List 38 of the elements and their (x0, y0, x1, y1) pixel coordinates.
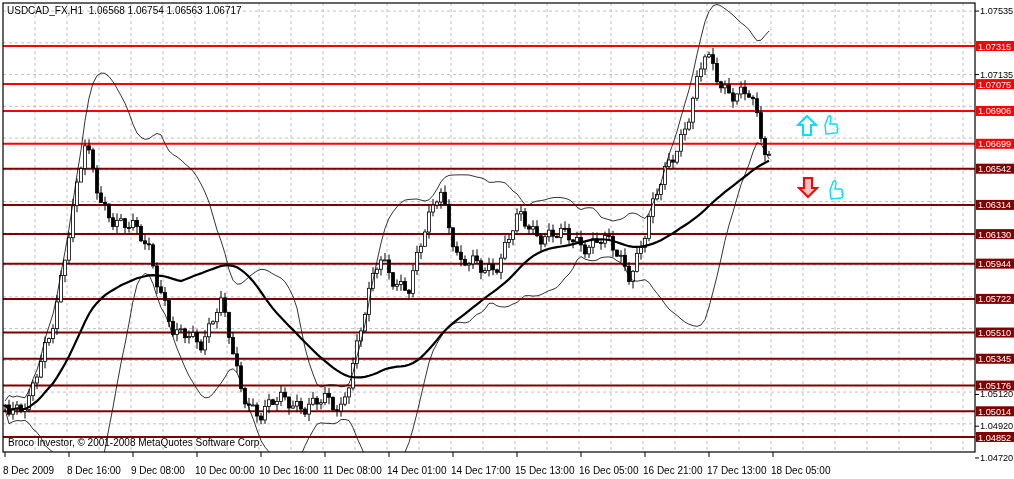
price-tag: 1.05944 (976, 258, 1014, 270)
time-tick: 10 Dec 16:00 (259, 451, 319, 476)
time-tick: 15 Dec 13:00 (515, 451, 575, 476)
price-tag: 1.05345 (976, 353, 1014, 365)
price-tag: 1.04852 (976, 432, 1014, 443)
price-tag: 1.07075 (976, 79, 1014, 90)
chart-header: USDCAD_FX,H1 1.06568 1.06754 1.06563 1.06717 (7, 5, 242, 16)
time-tick: 9 Dec 08:00 (131, 451, 185, 476)
price-tag: 1.07315 (976, 41, 1014, 52)
time-tick: 18 Dec 05:00 (771, 451, 831, 476)
time-tick: 10 Dec 00:00 (195, 451, 255, 476)
arrow-up-icon (795, 114, 819, 136)
thumbs-up-icon (829, 180, 844, 200)
price-tick: 1.07135 (974, 69, 1014, 80)
price-tick: 1.04920 (974, 421, 1014, 432)
time-tick: 16 Dec 21:00 (643, 451, 703, 476)
time-tick: 17 Dec 13:00 (707, 451, 767, 476)
price-tag: 1.05722 (976, 293, 1014, 305)
price-tag: 1.05014 (976, 406, 1014, 417)
time-tick: 14 Dec 17:00 (451, 451, 511, 476)
time-tick: 16 Dec 05:00 (579, 451, 639, 476)
thumbs-up-icon (824, 115, 839, 135)
time-tick: 11 Dec 08:00 (323, 451, 382, 476)
price-tag: 1.06542 (976, 163, 1014, 175)
price-tick: 1.04720 (974, 452, 1014, 463)
price-tag: 1.06130 (976, 229, 1014, 240)
time-tick: 8 Dec 16:00 (67, 451, 121, 476)
time-tick: 8 Dec 2009 (3, 451, 55, 476)
price-tag: 1.06314 (976, 199, 1014, 211)
price-tag: 1.06906 (976, 105, 1014, 117)
price-tag: 1.06699 (976, 138, 1014, 150)
copyright-text: Broco Investor, © 2001-2008 MetaQuotes Software Corp. (8, 437, 263, 448)
price-tag: 1.05510 (976, 327, 1014, 339)
time-tick: 14 Dec 01:00 (387, 451, 447, 476)
price-tick: 1.07535 (974, 6, 1014, 17)
price-tag: 1.05176 (976, 380, 1014, 392)
price-tick: 1.05120 (974, 389, 1014, 400)
arrow-down-icon (796, 177, 820, 199)
